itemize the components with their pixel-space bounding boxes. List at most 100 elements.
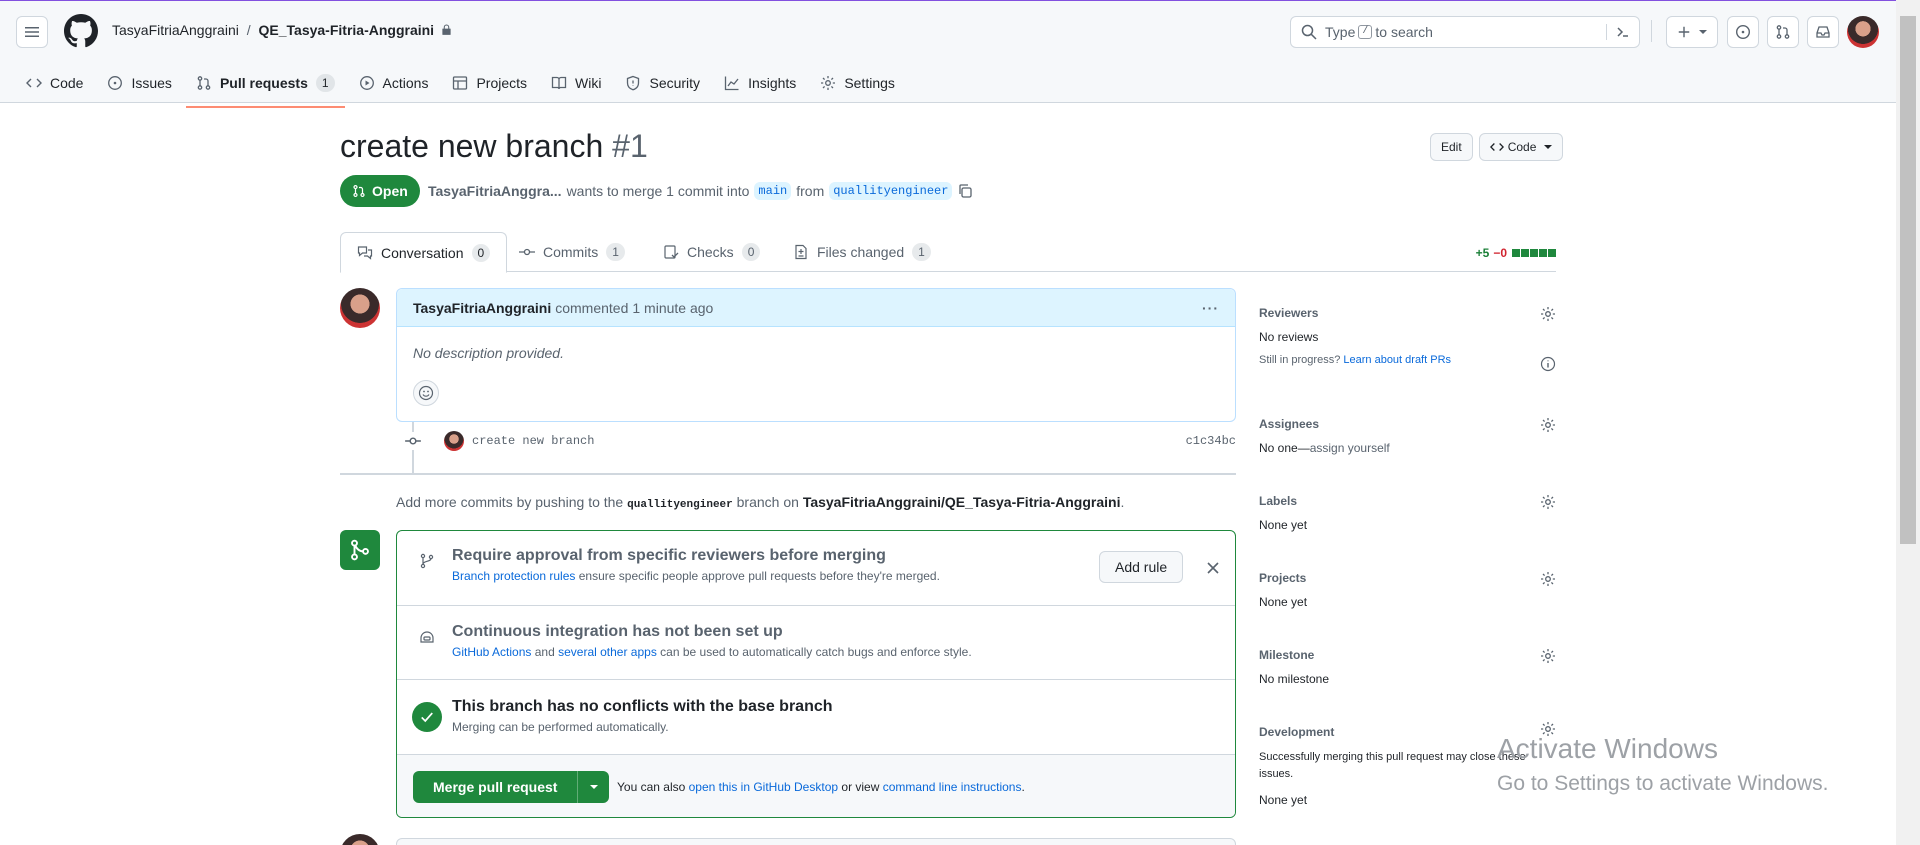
gear-icon[interactable] [1540, 571, 1556, 587]
branch-protection-link[interactable]: Branch protection rules [452, 569, 575, 583]
breadcrumb: TasyaFitriaAnggraini / QE_Tasya-Fitria-A… [112, 22, 452, 38]
create-new-button[interactable] [1666, 16, 1718, 48]
reviewers-label[interactable]: Reviewers [1259, 306, 1556, 320]
milestone-label[interactable]: Milestone [1259, 648, 1556, 662]
repo-nav-label: Wiki [575, 75, 602, 91]
labels-section: Labels None yet [1259, 494, 1556, 532]
commit-sha[interactable]: c1c34bc [1186, 434, 1236, 448]
also-text: You can also [617, 780, 686, 794]
tab-label: Commits [543, 244, 599, 260]
push-hint-branch: quallityengineer [627, 499, 733, 511]
push-hint: Add more commits by pushing to the quall… [396, 494, 1124, 511]
scrollbar-thumb[interactable] [1900, 16, 1916, 544]
next-avatar [340, 834, 380, 845]
pr-author-link[interactable]: TasyaFitriaAnggra... [428, 183, 562, 199]
breadcrumb-repo[interactable]: QE_Tasya-Fitria-Anggraini [259, 22, 435, 38]
repo-nav-code[interactable]: Code [16, 67, 93, 99]
repo-nav-security[interactable]: Security [615, 67, 710, 99]
commit-author-avatar[interactable] [444, 431, 464, 451]
tab-commits[interactable]: Commits 1 [503, 232, 641, 272]
milestone-value: No milestone [1259, 672, 1330, 686]
gear-icon[interactable] [1540, 306, 1556, 322]
table-icon [453, 76, 468, 90]
add-reaction-button[interactable] [413, 380, 439, 406]
code-dropdown-label: Code [1507, 140, 1537, 154]
close-icon[interactable] [1207, 562, 1219, 574]
gear-icon[interactable] [1540, 417, 1556, 433]
tab-counter: 1 [606, 243, 625, 261]
draft-link[interactable]: Learn about draft PRs [1343, 354, 1451, 366]
repo-nav-issues[interactable]: Issues [97, 67, 181, 99]
menu-button[interactable] [16, 16, 48, 48]
repo-nav-settings[interactable]: Settings [810, 67, 905, 99]
tab-counter: 0 [741, 243, 761, 261]
assign-yourself-link[interactable]: assign yourself [1310, 441, 1390, 455]
repo-nav-projects[interactable]: Projects [442, 67, 537, 99]
lock-icon [442, 24, 451, 35]
ci-desc: can be used to automatically catch bugs … [660, 645, 972, 659]
other-apps-link[interactable]: several other apps [558, 645, 657, 659]
header-divider [1651, 20, 1652, 42]
edit-title-button[interactable]: Edit [1430, 133, 1473, 161]
merge-method-dropdown[interactable] [577, 771, 609, 803]
new-comment-box[interactable] [396, 838, 1236, 845]
commit-message[interactable]: create new branch [472, 434, 594, 448]
command-palette-button[interactable] [1606, 24, 1631, 40]
github-desktop-link[interactable]: open this in GitHub Desktop [689, 780, 838, 794]
github-actions-link[interactable]: GitHub Actions [452, 645, 531, 659]
copy-icon[interactable] [957, 183, 973, 199]
info-icon[interactable] [1540, 356, 1556, 372]
push-hint-repo[interactable]: TasyaFitriaAnggraini/QE_Tasya-Fitria-Ang… [803, 494, 1121, 510]
breadcrumb-owner[interactable]: TasyaFitriaAnggraini [112, 22, 239, 38]
repo-nav-insights[interactable]: Insights [714, 67, 806, 99]
or-view-text: or view [841, 780, 880, 794]
issue-opened-icon [1735, 24, 1751, 40]
pull-requests-button[interactable] [1767, 16, 1799, 48]
issues-button[interactable] [1727, 16, 1759, 48]
merge-status-badge [340, 530, 380, 570]
diffstat[interactable]: +5 −0 [1476, 246, 1556, 260]
repo-nav-label: Code [50, 75, 84, 91]
user-avatar[interactable] [1847, 16, 1879, 48]
code-icon [26, 78, 42, 88]
code-dropdown-button[interactable]: Code [1478, 133, 1564, 161]
reviewers-section: Reviewers No reviews Still in progress? … [1259, 306, 1556, 398]
github-mark-icon [64, 14, 98, 48]
gear-icon[interactable] [1540, 648, 1556, 664]
merge-pull-request-button[interactable]: Merge pull request [413, 771, 577, 803]
tab-checks[interactable]: Checks 0 [647, 232, 776, 272]
tab-label: Files changed [817, 244, 905, 260]
github-logo[interactable] [64, 14, 98, 48]
tab-label: Conversation [381, 244, 464, 261]
inbox-button[interactable] [1807, 16, 1839, 48]
comment-author[interactable]: TasyaFitriaAnggraini [413, 300, 551, 316]
head-branch[interactable]: quallityengineer [829, 182, 953, 200]
command-line-link[interactable]: command line instructions [883, 780, 1022, 794]
add-rule-button[interactable]: Add rule [1099, 551, 1184, 583]
kebab-icon[interactable]: ··· [1202, 300, 1219, 316]
search-input[interactable]: Type / to search [1290, 16, 1640, 48]
repo-nav-actions[interactable]: Actions [349, 67, 439, 99]
labels-label[interactable]: Labels [1259, 494, 1556, 508]
push-hint-middle: branch on [736, 494, 799, 510]
base-branch[interactable]: main [754, 182, 792, 200]
merge-action-section: Merge pull request You can also open thi… [397, 755, 1235, 817]
tab-files-changed[interactable]: Files changed 1 [777, 232, 947, 272]
comment-author-avatar[interactable] [340, 288, 380, 328]
ci-robot-icon [420, 631, 434, 643]
merge-alternatives: You can also open this in GitHub Desktop… [617, 780, 1025, 794]
checklist-icon [664, 245, 679, 259]
comment-time[interactable]: 1 minute ago [632, 300, 713, 316]
git-pull-request-icon [1776, 25, 1790, 39]
conflict-text: This branch has no conflicts with the ba… [452, 698, 833, 734]
gear-icon[interactable] [1540, 494, 1556, 510]
projects-label[interactable]: Projects [1259, 571, 1556, 585]
pr-title: create new branch #1 [340, 128, 648, 165]
repo-nav-wiki[interactable]: Wiki [541, 67, 611, 99]
triangle-down-icon [589, 785, 598, 789]
assignees-label[interactable]: Assignees [1259, 417, 1556, 431]
tab-conversation[interactable]: Conversation 0 [340, 232, 508, 273]
repo-nav-pull-requests[interactable]: Pull requests 1 [185, 67, 345, 108]
assignees-none: No one— [1259, 441, 1310, 455]
milestone-section: Milestone No milestone [1259, 648, 1556, 686]
